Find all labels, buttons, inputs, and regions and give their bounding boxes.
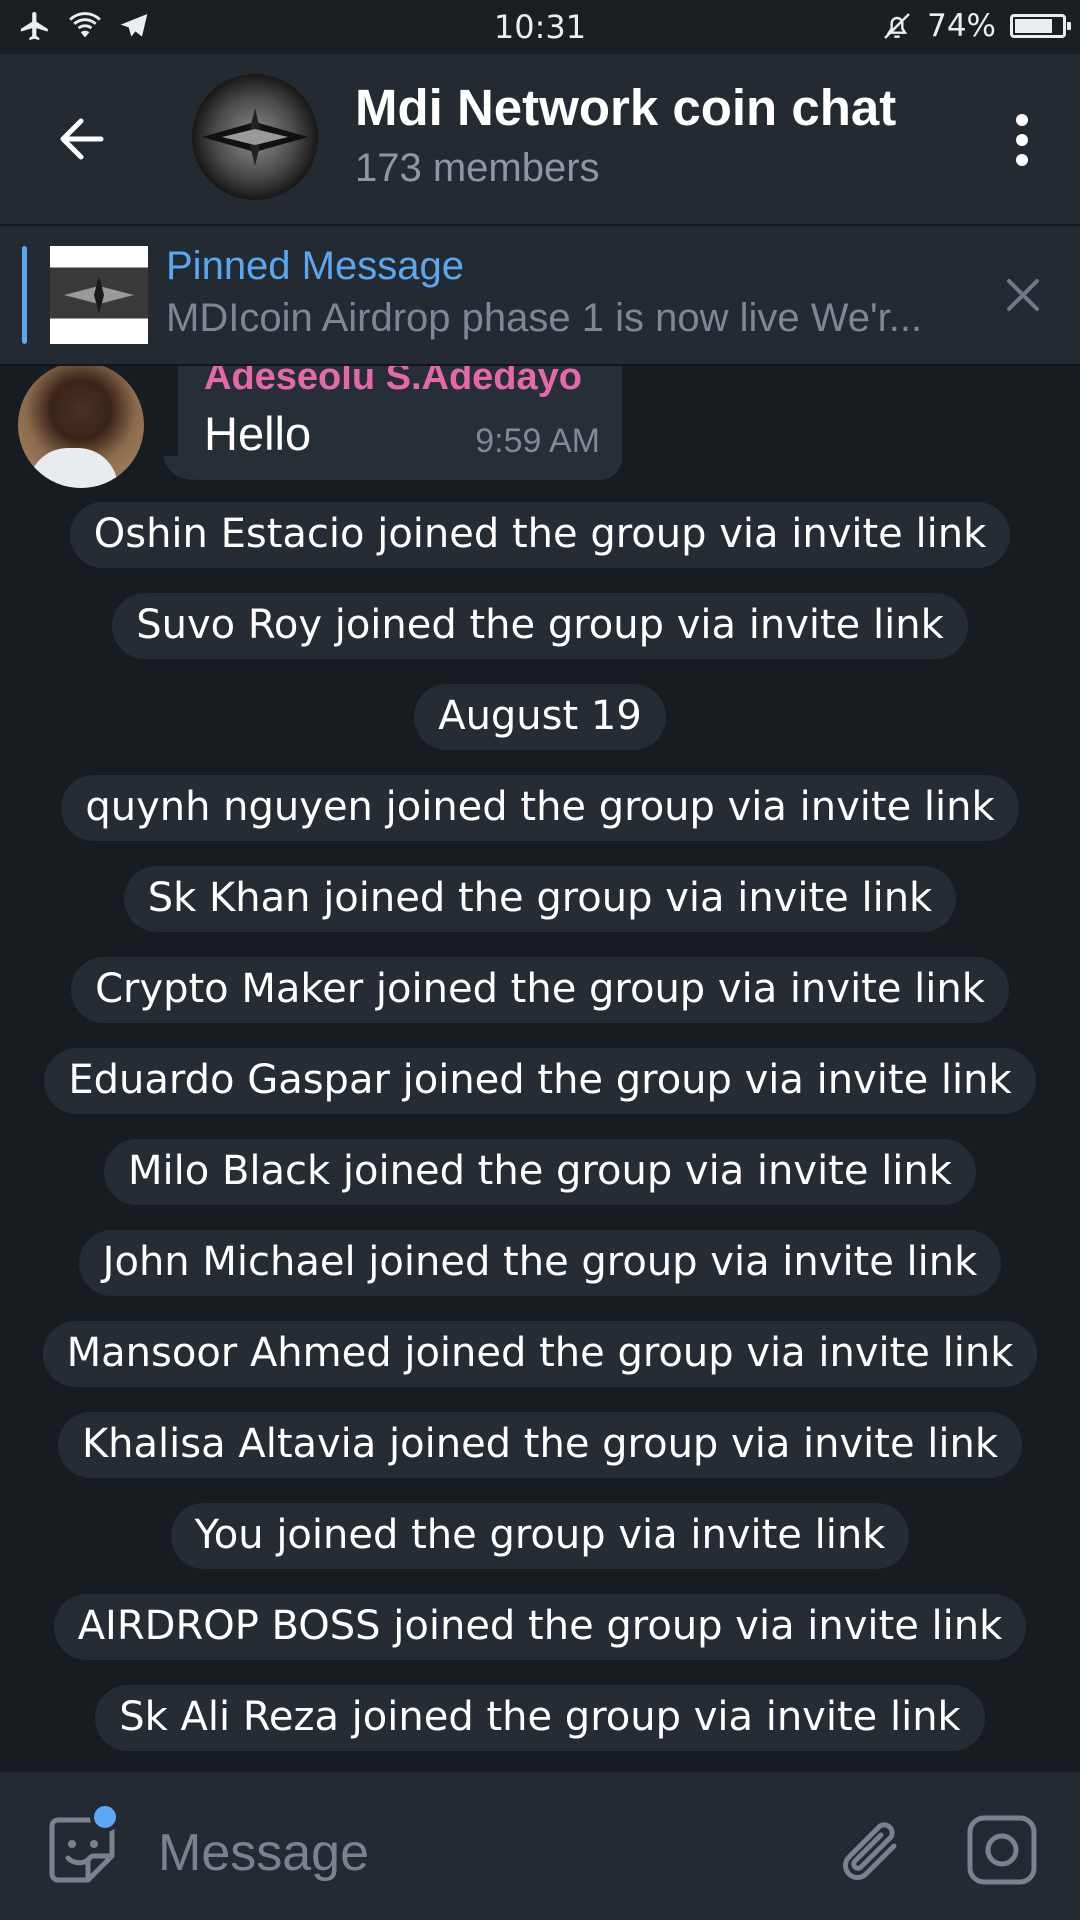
sender-name[interactable]: Adeseolu S.Adedayo xyxy=(204,366,582,399)
service-text: Mansoor Ahmed joined the group via invit… xyxy=(42,1321,1038,1387)
service-message: John Michael joined the group via invite… xyxy=(0,1230,1080,1296)
avatar-photo-detail xyxy=(28,448,118,488)
arrow-left-icon xyxy=(60,118,104,160)
group-logo-icon xyxy=(202,108,308,166)
group-avatar[interactable] xyxy=(192,74,318,200)
pinned-message-bar[interactable]: Pinned Message MDIcoin Airdrop phase 1 i… xyxy=(0,226,1080,366)
service-message: You joined the group via invite link xyxy=(0,1503,1080,1569)
message-text: Hello xyxy=(204,407,312,460)
chat-title[interactable]: Mdi Network coin chat xyxy=(355,78,896,137)
dot-icon xyxy=(1016,134,1028,146)
service-text: quynh nguyen joined the group via invite… xyxy=(61,775,1019,841)
service-message: Khalisa Altavia joined the group via inv… xyxy=(0,1412,1080,1478)
service-text: Oshin Estacio joined the group via invit… xyxy=(69,502,1011,568)
service-message: AIRDROP BOSS joined the group via invite… xyxy=(0,1594,1080,1660)
pinned-title: Pinned Message xyxy=(166,244,464,288)
service-message: Oshin Estacio joined the group via invit… xyxy=(0,502,1080,568)
service-message: Mansoor Ahmed joined the group via invit… xyxy=(0,1321,1080,1387)
battery-percent: 74% xyxy=(927,8,996,44)
dot-icon xyxy=(1016,114,1028,126)
service-message: Suvo Roy joined the group via invite lin… xyxy=(0,593,1080,659)
attach-button[interactable] xyxy=(832,1812,908,1892)
service-message: quynh nguyen joined the group via invite… xyxy=(0,775,1080,841)
status-bar: 10:31 74% xyxy=(0,0,1080,54)
service-text: Crypto Maker joined the group via invite… xyxy=(71,957,1009,1023)
service-text: You joined the group via invite link xyxy=(170,1503,910,1569)
service-message: Sk Khan joined the group via invite link xyxy=(0,866,1080,932)
bell-muted-icon xyxy=(884,13,910,39)
more-options-button[interactable] xyxy=(992,108,1052,172)
chat-message-list[interactable]: Adeseolu S.Adedayo Hello 9:59 AM Oshin E… xyxy=(0,366,1080,1770)
battery-level xyxy=(1015,19,1052,33)
pinned-text: MDIcoin Airdrop phase 1 is now live We'r… xyxy=(166,296,923,340)
service-message: Milo Black joined the group via invite l… xyxy=(0,1139,1080,1205)
paperclip-icon xyxy=(843,1822,897,1880)
message-bubble[interactable]: Adeseolu S.Adedayo Hello 9:59 AM xyxy=(178,366,622,480)
status-icons-right: 74% xyxy=(881,8,1071,44)
service-text: AIRDROP BOSS joined the group via invite… xyxy=(53,1594,1027,1660)
dot-icon xyxy=(1016,154,1028,166)
service-text: Eduardo Gaspar joined the group via invi… xyxy=(44,1048,1036,1114)
service-text: Suvo Roy joined the group via invite lin… xyxy=(112,593,968,659)
date-text: August 19 xyxy=(414,684,666,750)
camera-icon xyxy=(967,1815,1037,1885)
service-text: John Michael joined the group via invite… xyxy=(78,1230,1002,1296)
message-input[interactable] xyxy=(156,1812,800,1894)
pinned-logo-icon xyxy=(64,276,134,314)
service-message: Crypto Maker joined the group via invite… xyxy=(0,957,1080,1023)
service-message: Eduardo Gaspar joined the group via invi… xyxy=(0,1048,1080,1114)
avatar[interactable] xyxy=(18,366,144,488)
date-separator: August 19 xyxy=(0,684,1080,750)
service-message: Sk Ali Reza joined the group via invite … xyxy=(0,1685,1080,1751)
member-count: 173 members xyxy=(355,146,600,190)
message-time: 9:59 AM xyxy=(475,422,600,460)
service-text: Sk Khan joined the group via invite link xyxy=(123,866,957,932)
pinned-accent-bar xyxy=(22,246,27,344)
close-icon xyxy=(1007,279,1039,311)
message-input-bar xyxy=(0,1772,1080,1920)
service-text: Milo Black joined the group via invite l… xyxy=(104,1139,976,1205)
battery-icon xyxy=(1010,14,1071,38)
service-text: Khalisa Altavia joined the group via inv… xyxy=(57,1412,1023,1478)
camera-button[interactable] xyxy=(966,1814,1038,1886)
service-text: Sk Ali Reza joined the group via invite … xyxy=(95,1685,985,1751)
back-button[interactable] xyxy=(48,106,114,172)
chat-header: Mdi Network coin chat 173 members xyxy=(0,54,1080,226)
new-sticker-badge xyxy=(90,1802,120,1832)
pinned-thumbnail xyxy=(50,246,148,344)
close-pinned-button[interactable] xyxy=(996,268,1050,322)
